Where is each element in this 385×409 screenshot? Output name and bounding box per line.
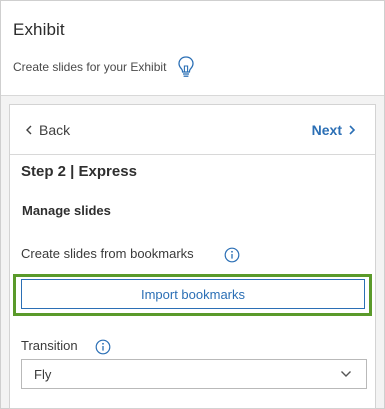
info-icon[interactable] [95, 339, 111, 355]
transition-select[interactable]: Fly [21, 359, 367, 389]
import-bookmarks-button[interactable]: Import bookmarks [21, 279, 365, 309]
bookmarks-label: Create slides from bookmarks [21, 246, 194, 261]
app-subtitle: Create slides for your Exhibit [13, 60, 167, 74]
back-button[interactable]: Back [25, 121, 70, 139]
info-icon[interactable] [224, 247, 240, 263]
panel-header: Exhibit Create slides for your Exhibit [1, 1, 384, 95]
section-title: Manage slides [22, 203, 111, 218]
step-title: Step 2 | Express [21, 163, 137, 180]
transition-selected-value: Fly [34, 366, 52, 382]
step-navigation: Back Next [9, 104, 376, 154]
transition-label: Transition [21, 338, 78, 353]
chevron-left-icon [26, 125, 32, 135]
chevron-right-icon [349, 125, 356, 135]
next-button[interactable]: Next [312, 121, 356, 139]
import-bookmarks-label: Import bookmarks [140, 286, 246, 302]
nav-divider [10, 154, 375, 155]
lightbulb-icon[interactable] [177, 55, 195, 79]
next-label: Next [311, 122, 342, 138]
back-label: Back [39, 122, 71, 138]
app-title: Exhibit [13, 20, 65, 39]
chevron-down-icon [341, 371, 351, 377]
